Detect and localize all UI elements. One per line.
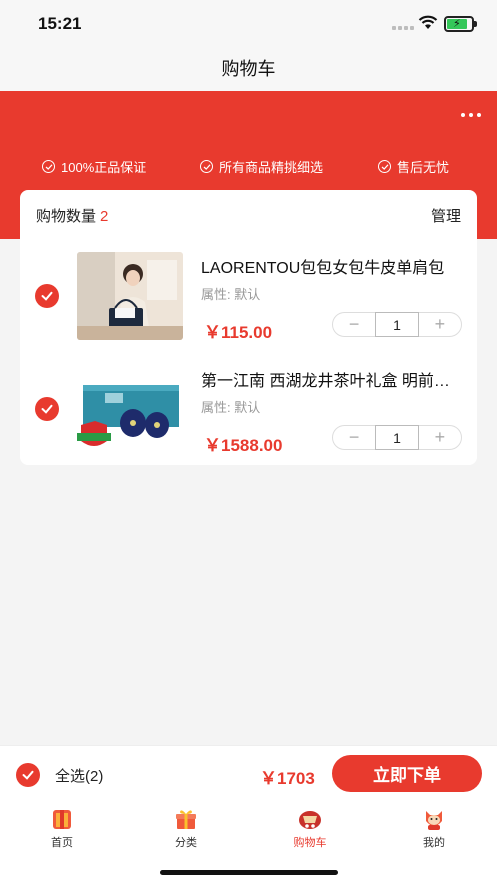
home-icon xyxy=(53,810,71,829)
cart-header: 购物数量 2 管理 xyxy=(20,190,477,238)
tab-bar: 首页 分类 购物车 我的 xyxy=(0,801,497,883)
product-price: ￥1588.00 xyxy=(204,436,283,455)
guarantee-selected: 所有商品精挑细选 xyxy=(200,157,323,176)
tab-profile[interactable]: 我的 xyxy=(394,807,474,850)
status-time: 15:21 xyxy=(38,14,82,33)
profile-icon xyxy=(426,811,442,830)
product-attribute: 属性: 默认 xyxy=(201,400,261,415)
guarantee-after-sales: 售后无忧 xyxy=(378,157,449,176)
cart-count: 购物数量 2 xyxy=(36,205,108,226)
decrease-quantity-button[interactable]: − xyxy=(333,426,375,449)
select-all-checkbox[interactable] xyxy=(16,763,40,787)
check-circle-icon xyxy=(378,160,391,173)
checkout-bar: 全选(2) ￥1703 立即下单 xyxy=(0,745,497,801)
battery-icon: ⚡ xyxy=(444,16,477,32)
cart-icon xyxy=(299,811,321,829)
quantity-input[interactable]: 1 xyxy=(375,425,419,450)
quantity-stepper: − 1 + xyxy=(332,312,462,337)
quantity-input[interactable]: 1 xyxy=(375,312,419,337)
product-title[interactable]: LAORENTOU包包女包牛皮单肩包 xyxy=(201,254,463,278)
guarantee-row: 100%正品保证 所有商品精挑细选 售后无忧 xyxy=(0,157,497,177)
tab-label: 我的 xyxy=(423,837,445,849)
item-checkbox[interactable] xyxy=(35,397,59,421)
quantity-stepper: − 1 + xyxy=(332,425,462,450)
increase-quantity-button[interactable]: + xyxy=(419,426,461,449)
wifi-icon xyxy=(418,15,438,29)
product-price: ￥115.00 xyxy=(204,323,273,342)
guarantee-authentic: 100%正品保证 xyxy=(42,157,146,176)
guarantee-label: 售后无忧 xyxy=(397,160,450,175)
cart-count-number: 2 xyxy=(100,208,109,225)
tab-label: 购物车 xyxy=(293,837,327,849)
product-attribute: 属性: 默认 xyxy=(201,287,261,302)
status-bar: 15:21 ⚡ xyxy=(0,0,497,48)
check-circle-icon xyxy=(42,160,55,173)
tab-cart[interactable]: 购物车 xyxy=(270,807,350,850)
page-title: 购物车 xyxy=(221,59,276,79)
product-image-handbag[interactable] xyxy=(77,252,183,340)
nav-bar: 购物车 xyxy=(0,48,497,91)
total-price: ￥1703 xyxy=(260,769,315,788)
check-circle-icon xyxy=(200,160,213,173)
item-checkbox[interactable] xyxy=(35,284,59,308)
tab-label: 分类 xyxy=(175,837,197,849)
select-all-label[interactable]: 全选(2) xyxy=(55,765,103,786)
cart-item: 第一江南 西湖龙井茶叶礼盒 明前特级 属性: 默认 ￥1588.00 − 1 + xyxy=(20,355,477,467)
manage-button[interactable]: 管理 xyxy=(431,205,461,226)
decrease-quantity-button[interactable]: − xyxy=(333,313,375,336)
guarantee-label: 所有商品精挑细选 xyxy=(219,160,324,175)
gift-icon xyxy=(176,810,196,829)
product-image-tea-gift-box[interactable] xyxy=(77,369,183,457)
cart-item: LAORENTOU包包女包牛皮单肩包 属性: 默认 ￥115.00 − 1 + xyxy=(20,242,477,354)
tab-category[interactable]: 分类 xyxy=(146,807,226,850)
home-indicator xyxy=(160,870,338,875)
product-title[interactable]: 第一江南 西湖龙井茶叶礼盒 明前特级 xyxy=(201,367,463,391)
increase-quantity-button[interactable]: + xyxy=(419,313,461,336)
cellular-signal-icon xyxy=(392,26,414,30)
cart-card: 购物数量 2 管理 LAORENTOU包包女包牛皮单肩包 属性: 默认 ￥115… xyxy=(20,190,477,465)
place-order-button[interactable]: 立即下单 xyxy=(332,755,482,792)
tab-label: 首页 xyxy=(51,837,73,849)
more-options-icon[interactable] xyxy=(461,113,481,117)
cart-count-label: 购物数量 xyxy=(36,208,97,225)
guarantee-label: 100%正品保证 xyxy=(61,160,147,175)
tab-home[interactable]: 首页 xyxy=(22,807,102,850)
